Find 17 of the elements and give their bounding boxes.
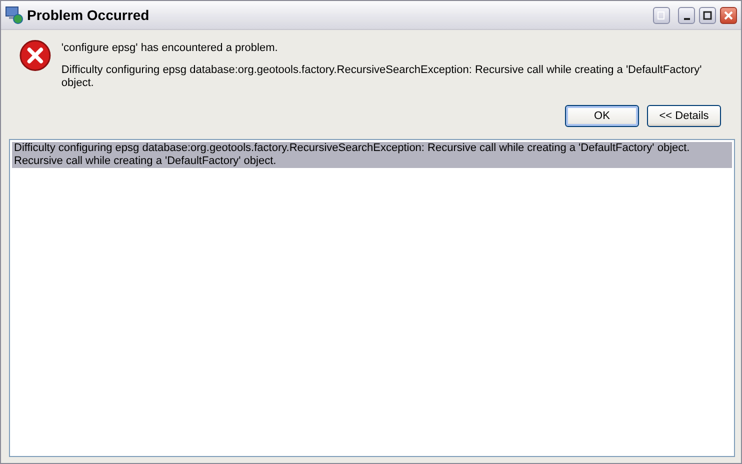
menu-button[interactable] — [653, 6, 670, 24]
window-menu-icon — [657, 10, 666, 20]
maximize-icon — [703, 10, 712, 20]
ok-button[interactable]: OK — [565, 105, 639, 127]
minimize-button[interactable] — [678, 6, 695, 24]
details-button[interactable]: << Details — [647, 105, 721, 127]
window-title: Problem Occurred — [27, 6, 150, 24]
monitor-icon — [5, 6, 23, 24]
maximize-button[interactable] — [699, 6, 716, 24]
error-icon — [19, 39, 52, 72]
minimize-icon — [684, 18, 690, 20]
error-headline: 'configure epsg' has encountered a problem. — [61, 42, 279, 55]
details-item[interactable]: Recursive call while creating a 'DefaultFactory' object. — [12, 155, 732, 168]
details-item[interactable]: Difficulty configuring epsg database:org.geotools.factory.RecursiveSearchException: Recursive call while creating a 'DefaultFactory' object. — [12, 142, 732, 155]
close-button[interactable] — [720, 6, 737, 24]
close-icon — [724, 10, 733, 20]
error-message: Difficulty configuring epsg database:org.geotools.factory.RecursiveSearchException: Recursive call while creating a 'DefaultFactory' object. — [61, 64, 703, 90]
